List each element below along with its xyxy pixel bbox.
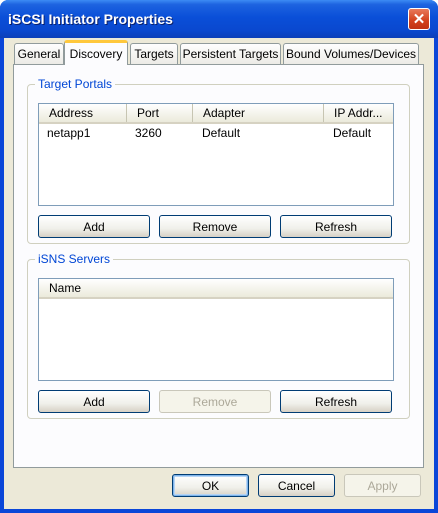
- tab-label: Bound Volumes/Devices: [285, 47, 417, 61]
- button-label: Apply: [367, 478, 398, 493]
- target-portals-remove-button[interactable]: Remove: [159, 215, 271, 238]
- table-row[interactable]: netapp1 3260 Default Default: [39, 125, 393, 141]
- target-portals-add-button[interactable]: Add: [38, 215, 150, 238]
- button-label: Add: [83, 219, 105, 234]
- tab-label: Discovery: [69, 47, 123, 61]
- close-icon: ✕: [412, 10, 426, 28]
- button-label: Cancel: [277, 478, 316, 493]
- target-portals-label: Target Portals: [35, 77, 116, 91]
- dialog-window: iSCSI Initiator Properties ✕ General Dis…: [0, 0, 438, 513]
- cell-adapter: Default: [202, 126, 241, 140]
- close-button[interactable]: ✕: [408, 8, 430, 30]
- list-header: Address Port Adapter IP Addr...: [39, 104, 393, 124]
- tab-persistent-targets[interactable]: Persistent Targets: [180, 43, 281, 64]
- tab-label: General: [17, 47, 61, 61]
- tab-targets[interactable]: Targets: [130, 43, 178, 64]
- cell-port: 3260: [135, 126, 162, 140]
- discovery-tab-panel: Target Portals Address Port Adapter IP A…: [13, 64, 424, 468]
- isns-remove-button[interactable]: Remove: [159, 390, 271, 413]
- tab-bound-volumes-devices[interactable]: Bound Volumes/Devices: [283, 43, 419, 64]
- title-bar[interactable]: iSCSI Initiator Properties ✕: [0, 0, 438, 38]
- tab-label: Persistent Targets: [182, 47, 279, 61]
- isns-refresh-button[interactable]: Refresh: [280, 390, 392, 413]
- tab-discovery[interactable]: Discovery: [64, 40, 128, 65]
- tab-general[interactable]: General: [14, 43, 64, 64]
- isns-servers-group: iSNS Servers Name Add Remove Refresh: [27, 252, 410, 419]
- column-adapter[interactable]: Adapter: [193, 104, 324, 122]
- apply-button[interactable]: Apply: [344, 474, 421, 497]
- target-portals-refresh-button[interactable]: Refresh: [280, 215, 392, 238]
- button-label: Remove: [192, 394, 238, 409]
- button-label: Refresh: [314, 219, 358, 234]
- button-label: Remove: [192, 219, 238, 234]
- button-label: Refresh: [314, 394, 358, 409]
- button-label: OK: [201, 478, 220, 493]
- cell-address: netapp1: [47, 126, 91, 140]
- isns-add-button[interactable]: Add: [38, 390, 150, 413]
- tab-label: Targets: [134, 47, 174, 61]
- ok-button[interactable]: OK: [172, 474, 249, 497]
- target-portals-list[interactable]: Address Port Adapter IP Addr... netapp1 …: [38, 103, 394, 206]
- dialog-client-area: General Discovery Targets Persistent Tar…: [4, 38, 434, 509]
- isns-servers-label: iSNS Servers: [35, 252, 114, 266]
- button-label: Add: [83, 394, 105, 409]
- cancel-button[interactable]: Cancel: [258, 474, 335, 497]
- isns-servers-list[interactable]: Name: [38, 278, 394, 381]
- window-title: iSCSI Initiator Properties: [8, 11, 173, 27]
- column-ip-address[interactable]: IP Addr...: [324, 104, 393, 122]
- list-header: Name: [39, 279, 393, 299]
- target-portals-group: Target Portals Address Port Adapter IP A…: [27, 77, 410, 244]
- cell-ip-address: Default: [333, 126, 372, 140]
- column-name[interactable]: Name: [39, 279, 393, 297]
- column-port[interactable]: Port: [127, 104, 193, 122]
- column-address[interactable]: Address: [39, 104, 127, 122]
